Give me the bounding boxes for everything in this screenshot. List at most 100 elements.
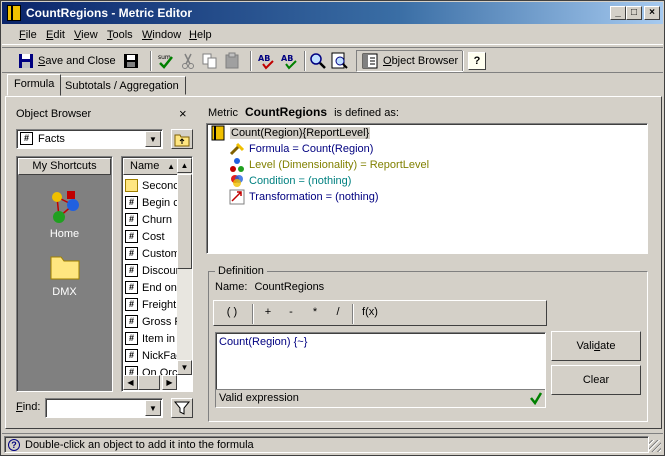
tree-level-label: Level (Dimensionality) = ReportLevel bbox=[249, 159, 430, 171]
plus-button[interactable]: + bbox=[257, 306, 279, 318]
definition-name-value: CountRegions bbox=[254, 281, 325, 293]
copy-button[interactable] bbox=[201, 50, 219, 72]
spell-check-button[interactable]: AB bbox=[257, 50, 275, 72]
definition-name: Name: CountRegions bbox=[215, 281, 324, 293]
tab-subtotals-aggregation[interactable]: Subtotals / Aggregation bbox=[58, 76, 186, 95]
minimize-button[interactable]: _ bbox=[610, 6, 626, 20]
column-header-name[interactable]: Name ▲ bbox=[123, 158, 178, 175]
divide-button[interactable]: / bbox=[327, 306, 349, 318]
cut-button[interactable] bbox=[179, 50, 197, 72]
filter-button[interactable] bbox=[171, 398, 193, 418]
object-browser-close-icon[interactable]: × bbox=[179, 106, 187, 121]
parentheses-button[interactable]: ( ) bbox=[220, 306, 244, 318]
minus-button[interactable]: - bbox=[280, 306, 302, 318]
list-item-label: Custom bbox=[142, 247, 177, 260]
sum-check-button[interactable]: sum bbox=[157, 50, 175, 72]
scroll-right-icon[interactable]: ▶ bbox=[162, 375, 177, 390]
find-label: Find: bbox=[16, 401, 40, 413]
parent-folder-button[interactable] bbox=[171, 129, 193, 149]
spell-check-all-button[interactable]: AB bbox=[280, 50, 298, 72]
object-list-horizontal-scrollbar[interactable]: ◀ ▶ bbox=[123, 375, 177, 390]
save-button[interactable] bbox=[122, 50, 140, 72]
list-item-label: Cost bbox=[142, 230, 165, 243]
function-button[interactable]: f(x) bbox=[357, 306, 383, 318]
find-button[interactable] bbox=[309, 50, 327, 72]
tree-condition[interactable]: Condition = (nothing) bbox=[229, 173, 351, 189]
shortcut-dmx[interactable]: DMX bbox=[17, 249, 112, 298]
menu-window[interactable]: Window bbox=[142, 29, 181, 41]
chevron-down-icon[interactable]: ▼ bbox=[145, 131, 161, 147]
list-item[interactable]: # NickFac bbox=[125, 347, 177, 364]
menu-edit[interactable]: Edit bbox=[46, 29, 65, 41]
list-item[interactable]: # Begin c bbox=[125, 194, 177, 211]
menu-file-rest: ile bbox=[25, 29, 37, 41]
folder-combo[interactable]: # Facts ▼ bbox=[16, 129, 163, 149]
metric-header-suffix: is defined as: bbox=[334, 107, 399, 119]
paste-button[interactable] bbox=[223, 50, 241, 72]
chevron-down-icon[interactable]: ▼ bbox=[145, 400, 161, 416]
list-item-label: Churn bbox=[142, 213, 172, 226]
shortcuts-header[interactable]: My Shortcuts bbox=[18, 158, 111, 175]
svg-text:AB: AB bbox=[258, 54, 270, 63]
formula-text[interactable]: Count(Region) {~} bbox=[219, 336, 307, 348]
list-item[interactable]: Seconc bbox=[125, 177, 177, 194]
menu-tools[interactable]: Tools bbox=[107, 29, 133, 41]
list-item[interactable]: # Item in bbox=[125, 330, 177, 347]
formula-icon bbox=[229, 141, 245, 157]
tree-root[interactable]: Count(Region){ReportLevel} bbox=[210, 125, 371, 141]
metric-editor-app-icon[interactable] bbox=[7, 5, 21, 21]
abc-check-icon: AB bbox=[257, 52, 275, 70]
clear-button[interactable]: Clear bbox=[551, 365, 641, 395]
save-and-close-button[interactable]: Save and Close bbox=[17, 50, 116, 72]
validate-label-pre: Vali bbox=[576, 340, 595, 352]
resize-grip[interactable] bbox=[649, 440, 661, 452]
shortcuts-pane: My Shortcuts Home DMX bbox=[16, 156, 113, 392]
list-item[interactable]: # Discour bbox=[125, 262, 177, 279]
scroll-thumb[interactable] bbox=[177, 174, 192, 269]
menu-view[interactable]: View bbox=[74, 29, 98, 41]
operator-separator bbox=[352, 304, 354, 324]
tree-formula[interactable]: Formula = Count(Region) bbox=[229, 141, 373, 157]
tree-level[interactable]: Level (Dimensionality) = ReportLevel bbox=[229, 157, 429, 173]
object-browser-toggle-button[interactable]: Object Browser bbox=[356, 50, 464, 72]
scissors-icon bbox=[179, 52, 197, 70]
menu-window-accel: W bbox=[142, 29, 153, 41]
scroll-up-icon[interactable]: ▲ bbox=[177, 158, 192, 173]
help-button[interactable]: ? bbox=[468, 50, 486, 72]
fact-icon: # bbox=[125, 196, 138, 209]
list-item[interactable]: # Gross R bbox=[125, 313, 177, 330]
save-close-label: ave and Close bbox=[45, 55, 116, 67]
list-item-label: NickFac bbox=[142, 349, 177, 362]
object-list-vertical-scrollbar[interactable]: ▲ ▼ bbox=[177, 158, 192, 375]
folder-up-icon bbox=[174, 134, 190, 147]
list-item[interactable]: # Custom bbox=[125, 245, 177, 262]
menu-help[interactable]: Help bbox=[189, 29, 212, 41]
title-bar[interactable]: CountRegions - Metric Editor _ □ × bbox=[2, 2, 663, 24]
sort-ascending-icon: ▲ bbox=[167, 162, 175, 171]
status-bar: ? Double-click an object to add it into … bbox=[2, 433, 663, 454]
fact-icon: # bbox=[125, 315, 138, 328]
magnifier-document-icon bbox=[331, 52, 349, 70]
multiply-button[interactable]: * bbox=[304, 306, 326, 318]
floppy-disk-icon bbox=[17, 52, 35, 70]
validate-button[interactable]: Validate bbox=[551, 331, 641, 361]
find-combo[interactable]: ▼ bbox=[45, 398, 163, 418]
fact-icon: # bbox=[125, 213, 138, 226]
list-item[interactable]: # Churn bbox=[125, 211, 177, 228]
find-object-button[interactable] bbox=[331, 50, 349, 72]
object-browser-label: bject Browser bbox=[391, 55, 459, 67]
maximize-button[interactable]: □ bbox=[626, 6, 642, 20]
list-item[interactable]: # End on bbox=[125, 279, 177, 296]
horizontal-scroll-thumb[interactable] bbox=[138, 375, 160, 390]
list-item[interactable]: # Cost bbox=[125, 228, 177, 245]
menu-file[interactable]: File bbox=[19, 29, 37, 41]
scroll-left-icon[interactable]: ◀ bbox=[123, 375, 138, 390]
tree-transformation[interactable]: Transformation = (nothing) bbox=[229, 189, 379, 205]
tree-formula-label: Formula = Count(Region) bbox=[249, 143, 374, 155]
tree-condition-label: Condition = (nothing) bbox=[249, 175, 352, 187]
shortcut-home[interactable]: Home bbox=[17, 187, 112, 240]
list-item[interactable]: # Freight bbox=[125, 296, 177, 313]
close-window-button[interactable]: × bbox=[644, 6, 660, 20]
tab-formula[interactable]: Formula bbox=[7, 74, 62, 96]
scroll-down-icon[interactable]: ▼ bbox=[177, 360, 192, 375]
